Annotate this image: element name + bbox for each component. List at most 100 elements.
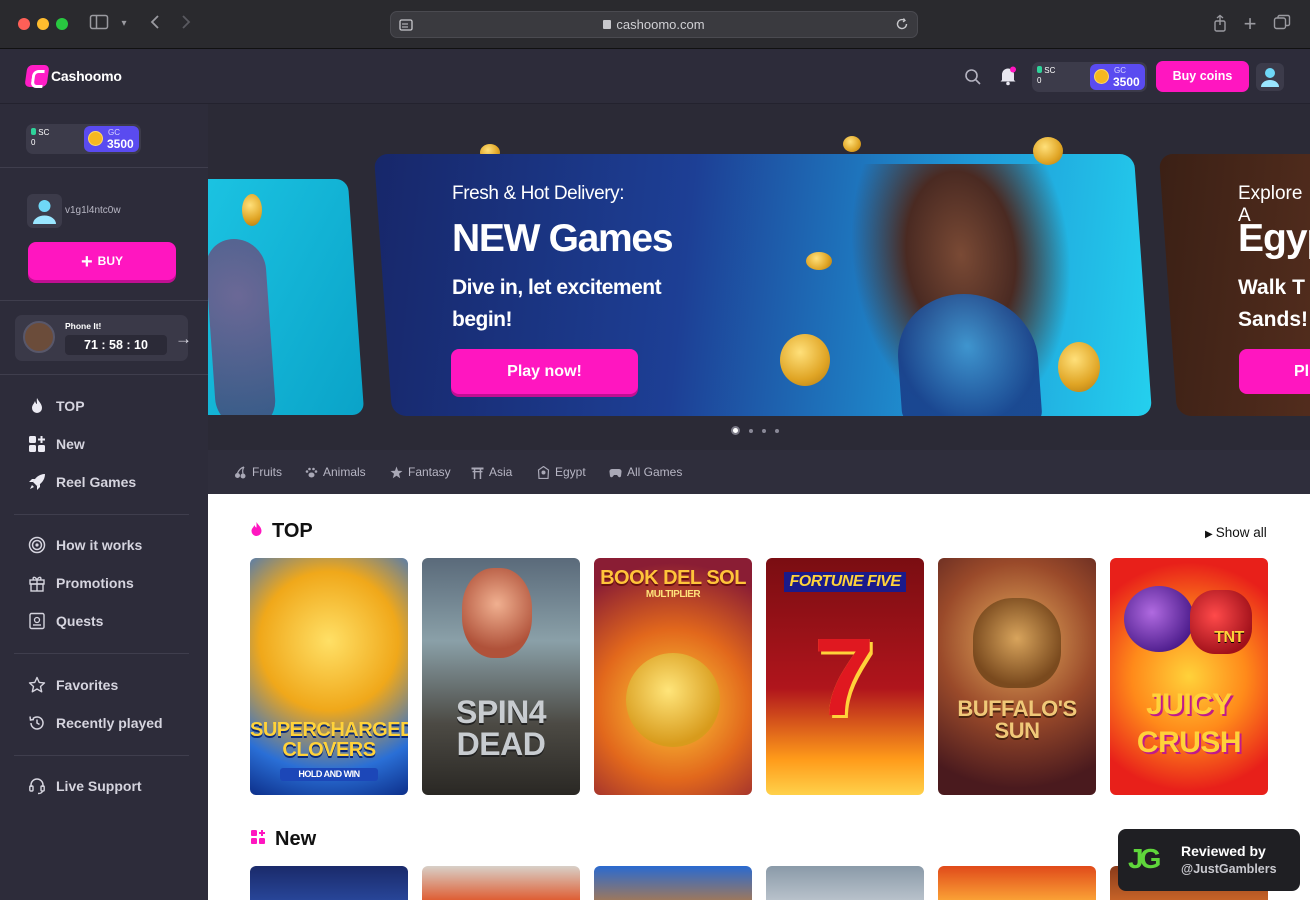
sidebar-item-favorites[interactable]: Favorites	[28, 674, 118, 696]
grid-plus-icon	[28, 435, 46, 453]
target-icon	[28, 536, 46, 554]
category-fruits[interactable]: Fruits	[234, 464, 282, 480]
new-game-card[interactable]	[594, 866, 752, 900]
hero-carousel[interactable]: Fresh & Hot Delivery: NEW Games Dive in,…	[208, 104, 1310, 450]
zoom-window-button[interactable]	[56, 18, 68, 30]
buy-coins-button[interactable]: Buy coins	[1156, 61, 1249, 92]
username: v1g1l4ntc0w	[65, 205, 121, 216]
caret-right-icon: ▶	[1205, 529, 1213, 540]
tab-overview-icon[interactable]	[1271, 14, 1293, 34]
new-game-card[interactable]	[938, 866, 1096, 900]
profile-avatar[interactable]	[1256, 63, 1284, 91]
category-animals[interactable]: Animals	[305, 464, 366, 480]
sidebar-item-reel-games[interactable]: Reel Games	[28, 471, 136, 493]
carousel-dot[interactable]	[762, 428, 766, 433]
new-game-card[interactable]	[422, 866, 580, 900]
buy-button[interactable]: + BUY	[28, 242, 176, 280]
browser-toolbar: ▾ cashoomo.com +	[0, 0, 1310, 49]
plus-icon: +	[80, 251, 93, 273]
notification-bell-icon[interactable]	[999, 66, 1017, 86]
fruit-bomb-art	[1124, 586, 1194, 652]
sidebar-wallet-balance[interactable]: SC 0 GC 3500	[26, 124, 141, 154]
site-header: Cashoomo SC 0 GC 3500 Buy coins	[0, 49, 1310, 104]
sun-emblem-art	[626, 653, 720, 747]
phone-it-promo-card[interactable]: Phone It! 71 : 58 : 10 →	[15, 315, 192, 361]
gem-icon	[31, 128, 36, 135]
gold-coin-decor	[1058, 342, 1100, 392]
wallet-balance[interactable]: SC 0 GC 3500	[1032, 62, 1147, 92]
category-all-games[interactable]: All Games	[609, 464, 682, 480]
chevron-down-icon[interactable]: ▾	[113, 14, 135, 34]
forward-icon[interactable]	[175, 14, 197, 34]
new-game-card[interactable]	[250, 866, 408, 900]
gamepad-icon	[609, 466, 622, 479]
new-game-card[interactable]	[766, 866, 924, 900]
gold-coin-decor	[242, 194, 262, 226]
sidebar-item-live-support[interactable]: Live Support	[28, 775, 142, 797]
category-asia[interactable]: Asia	[471, 464, 512, 480]
address-bar[interactable]: cashoomo.com	[390, 11, 918, 38]
sidebar-toggle-icon[interactable]	[88, 14, 110, 34]
url-text[interactable]: cashoomo.com	[391, 17, 917, 32]
quest-icon	[28, 612, 46, 630]
divider	[0, 300, 208, 301]
close-window-button[interactable]	[18, 18, 30, 30]
sidebar-item-recently-played[interactable]: Recently played	[28, 712, 163, 734]
show-all-link[interactable]: ▶ Show all	[1205, 525, 1267, 540]
coin-icon	[1094, 69, 1109, 84]
carousel-dot[interactable]	[775, 428, 779, 433]
game-card-supercharged-clovers[interactable]: SUPERCHARGED CLOVERS HOLD AND WIN	[250, 558, 408, 795]
sidebar-item-promotions[interactable]: Promotions	[28, 572, 134, 594]
next-banner-title: Egyp	[1238, 217, 1310, 260]
slide-character-art	[208, 239, 278, 415]
gc-balance: GC 3500	[1090, 64, 1145, 90]
sc-balance: SC 0	[1037, 66, 1056, 85]
back-icon[interactable]	[144, 14, 166, 34]
paw-icon	[305, 466, 318, 479]
carousel-dot[interactable]	[731, 426, 740, 435]
flame-icon	[250, 520, 263, 543]
divider	[14, 514, 189, 515]
divider	[14, 755, 189, 756]
flame-icon	[28, 397, 46, 415]
gem-icon	[1037, 66, 1042, 73]
user-avatar[interactable]	[27, 194, 62, 228]
sidebar-item-new[interactable]: New	[28, 433, 85, 455]
game-card-buffalos-sun[interactable]: BUFFALO'S SUN	[938, 558, 1096, 795]
next-banner-subtitle: Walk T Sands!	[1238, 276, 1309, 331]
play-now-button[interactable]: Play now!	[451, 349, 638, 394]
phone-promo-title: Phone It!	[65, 321, 102, 331]
carousel-dot[interactable]	[749, 428, 753, 433]
divider	[14, 653, 189, 654]
banner-kicker: Fresh & Hot Delivery:	[452, 183, 625, 204]
game-card-juicy-crush[interactable]: TNT JUICY CRUSH	[1110, 558, 1268, 795]
carousel-slide-previous[interactable]	[208, 179, 365, 415]
gold-coin-decor	[843, 136, 861, 152]
sidebar: SC 0 GC 3500 v1g1l4ntc0w + BUY Phone It! …	[0, 104, 208, 900]
sidebar-item-top[interactable]: TOP	[28, 395, 85, 417]
banner-title: NEW Games	[452, 217, 674, 260]
reload-icon[interactable]	[895, 17, 909, 36]
search-icon[interactable]	[964, 68, 982, 86]
minimize-window-button[interactable]	[37, 18, 49, 30]
reviewed-by-badge[interactable]: JG Reviewed by @JustGamblers	[1118, 829, 1300, 891]
arrow-right-icon[interactable]: →	[175, 329, 192, 349]
lucky-seven-art: 7	[813, 616, 875, 739]
brand-logo[interactable]: Cashoomo	[24, 65, 122, 87]
game-card-book-del-sol[interactable]: BOOK DEL SOL MULTIPLIER	[594, 558, 752, 795]
category-egypt[interactable]: Egypt	[537, 464, 586, 480]
game-card-fortune-five[interactable]: FORTUNE FIVE 7	[766, 558, 924, 795]
lock-icon	[603, 20, 612, 29]
category-fantasy[interactable]: Fantasy	[390, 464, 451, 480]
next-banner-play-button[interactable]: Pl	[1239, 349, 1310, 394]
game-card-spin4dead[interactable]: SPIN4 DEAD	[422, 558, 580, 795]
share-icon[interactable]	[1209, 14, 1231, 34]
sidebar-item-how-it-works[interactable]: How it works	[28, 534, 142, 556]
sidebar-item-quests[interactable]: Quests	[28, 610, 103, 632]
new-tab-icon[interactable]: +	[1239, 13, 1261, 35]
category-bar: Fruits Animals Fantasy Asia Egypt All Ga…	[208, 450, 1310, 494]
carousel-pagination	[731, 426, 779, 435]
logo-mark-icon	[24, 65, 50, 87]
torii-icon	[471, 466, 484, 479]
gold-coin-decor	[806, 252, 832, 270]
